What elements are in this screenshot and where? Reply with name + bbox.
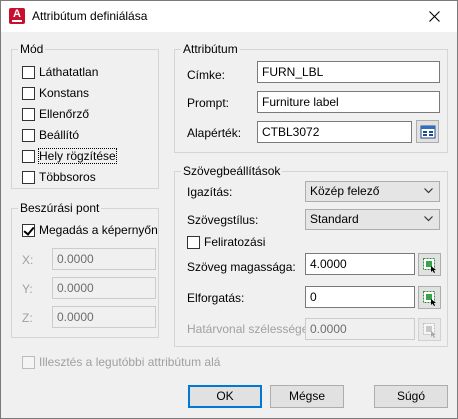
chevron-down-icon: [424, 216, 433, 222]
annotative-label: Feliratozási: [204, 235, 266, 249]
align-below-checkbox[interactable]: Illesztés a legutóbbi attribútum alá: [22, 354, 220, 370]
boundary-width-input[interactable]: 0.0000: [305, 318, 415, 340]
justification-label: Igazítás:: [187, 185, 233, 199]
lock-position-label: Hely rögzítése: [38, 148, 117, 164]
checkbox-box[interactable]: [187, 235, 200, 249]
checkbox-box[interactable]: [22, 223, 35, 237]
prompt-label: Prompt:: [187, 96, 230, 110]
annotative-checkbox[interactable]: Feliratozási: [187, 234, 265, 250]
text-style-label: Szövegstílus:: [187, 213, 259, 227]
align-below-label: Illesztés a legutóbbi attribútum alá: [39, 355, 221, 369]
z-label: Z:: [22, 311, 33, 325]
invisible-label: Láthatatlan: [39, 65, 99, 79]
checkbox-box[interactable]: [22, 128, 35, 142]
lock-position-checkbox[interactable]: Hely rögzítése: [22, 148, 117, 164]
mode-group-title: Mód: [18, 42, 46, 56]
close-button[interactable]: [411, 1, 457, 32]
text-style-value: Standard: [310, 212, 359, 226]
rotation-pick-button[interactable]: [418, 286, 441, 309]
insertion-point-group: Beszúrási pont Megadás a képernyőn X: 0.…: [11, 201, 159, 338]
tag-label: Címke:: [187, 68, 226, 82]
checkbox-box[interactable]: [22, 355, 35, 369]
specify-on-screen-checkbox[interactable]: Megadás a képernyőn: [22, 222, 158, 238]
verify-label: Ellenőrző: [39, 107, 90, 121]
text-height-input[interactable]: 4.0000: [305, 253, 415, 275]
boundary-width-pick-button[interactable]: [418, 318, 441, 341]
text-height-label: Szöveg magassága:: [187, 260, 296, 274]
insertion-point-title: Beszúrási pont: [18, 201, 102, 215]
mode-group: Mód Láthatatlan Konstans Ellenőrző Beáll…: [11, 42, 159, 189]
cancel-button[interactable]: Mégse: [270, 385, 344, 408]
text-settings-title: Szövegbeállítások: [181, 164, 283, 178]
x-label: X:: [22, 253, 34, 267]
insert-field-icon: [420, 125, 435, 138]
pick-point-icon: [422, 322, 436, 338]
checkbox-box[interactable]: [22, 86, 35, 100]
default-input[interactable]: CTBL3072: [257, 121, 412, 143]
insert-field-button[interactable]: [416, 120, 439, 143]
specify-on-screen-label: Megadás a képernyőn: [39, 223, 158, 237]
pick-point-icon: [422, 290, 436, 306]
rotation-label: Elforgatás:: [187, 291, 245, 305]
z-input[interactable]: 0.0000: [52, 306, 156, 328]
chevron-down-icon: [424, 188, 433, 194]
justification-value: Közép felező: [310, 184, 380, 198]
preset-label: Beállító: [39, 128, 80, 142]
multiple-lines-label: Többsoros: [39, 170, 96, 184]
rotation-input[interactable]: 0: [305, 286, 415, 308]
preset-checkbox[interactable]: Beállító: [22, 127, 79, 143]
close-icon: [428, 11, 440, 22]
checkbox-box[interactable]: [22, 107, 35, 121]
y-label: Y:: [22, 282, 33, 296]
window-title: Attribútum definiálása: [32, 9, 148, 23]
y-input[interactable]: 0.0000: [52, 277, 156, 299]
prompt-input[interactable]: Furniture label: [257, 91, 440, 113]
ok-button[interactable]: OK: [188, 385, 262, 408]
autocad-logo-icon: [9, 8, 25, 24]
attribute-group: Attribútum Címke: FURN_LBL Prompt: Furni…: [174, 42, 448, 153]
attribute-definition-dialog: Attribútum definiálása Mód Láthatatlan K…: [0, 0, 458, 419]
invisible-checkbox[interactable]: Láthatatlan: [22, 64, 98, 80]
checkbox-box[interactable]: [22, 65, 35, 79]
text-style-dropdown[interactable]: Standard: [305, 209, 440, 230]
tag-input[interactable]: FURN_LBL: [257, 61, 440, 83]
text-settings-group: Szövegbeállítások Igazítás: Közép felező…: [174, 164, 448, 347]
text-height-pick-button[interactable]: [418, 253, 441, 276]
x-input[interactable]: 0.0000: [52, 248, 156, 270]
help-button[interactable]: Súgó: [374, 385, 448, 408]
checkbox-box[interactable]: [22, 170, 35, 184]
boundary-width-label: Határvonal szélessége:: [187, 322, 312, 336]
verify-checkbox[interactable]: Ellenőrző: [22, 106, 89, 122]
multiple-lines-checkbox[interactable]: Többsoros: [22, 169, 96, 185]
constant-checkbox[interactable]: Konstans: [22, 85, 89, 101]
attribute-group-title: Attribútum: [181, 42, 240, 56]
default-label: Alapérték:: [187, 126, 242, 140]
title-bar: Attribútum definiálása: [1, 1, 457, 32]
constant-label: Konstans: [39, 86, 90, 100]
checkbox-box[interactable]: [22, 149, 35, 163]
justification-dropdown[interactable]: Közép felező: [305, 181, 440, 202]
pick-point-icon: [422, 257, 436, 273]
